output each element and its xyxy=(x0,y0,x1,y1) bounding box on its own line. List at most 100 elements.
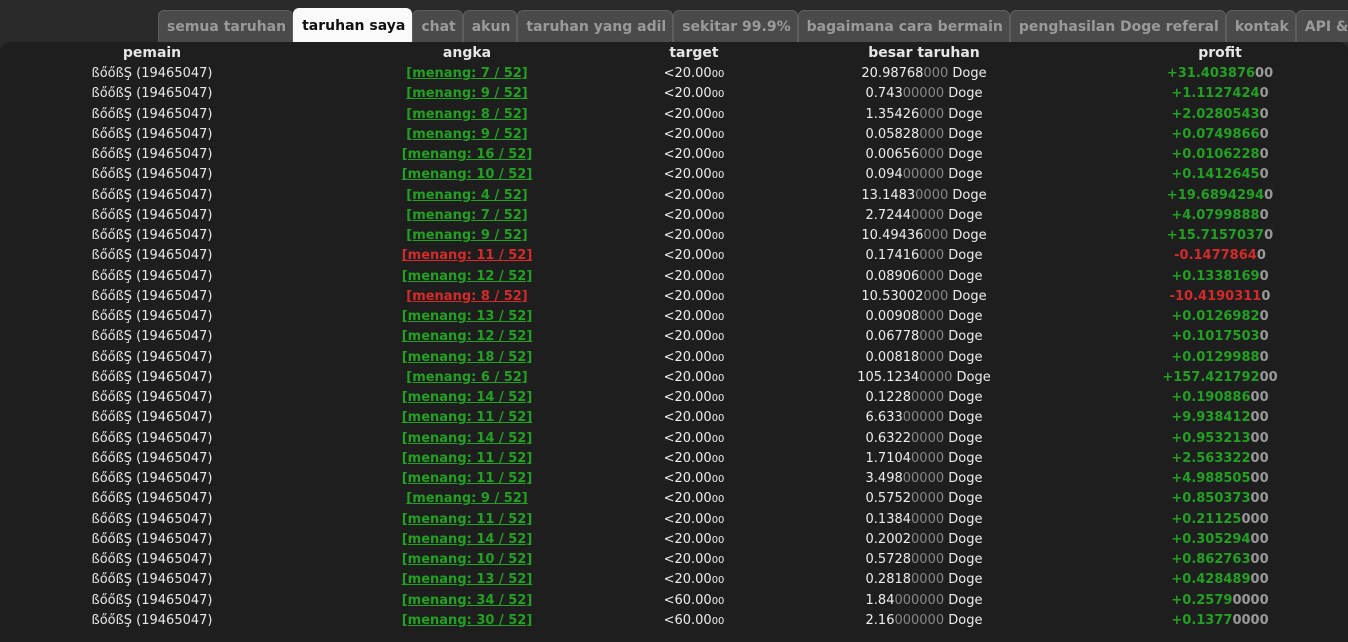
tab-semua-taruhan[interactable]: semua taruhan xyxy=(158,10,294,42)
profit-padding: 00 xyxy=(1250,430,1269,446)
bet-main: 0.743 xyxy=(865,86,903,102)
bet-result-link[interactable]: [menang: 13 / 52] xyxy=(402,307,533,327)
bet-padding: 0000 xyxy=(911,450,945,466)
bet-padding: 00000 xyxy=(902,471,945,486)
bet-result-link[interactable]: [menang: 9 / 52] xyxy=(406,489,528,509)
target-decimals: 00 xyxy=(711,69,725,80)
bet-result-link[interactable]: [menang: 10 / 52] xyxy=(402,550,533,570)
profit-main: +0.1017503 xyxy=(1171,329,1260,345)
target-value: <20.0000 xyxy=(664,84,725,105)
bet-main: 0.08906 xyxy=(865,268,920,284)
currency-label: Doge xyxy=(948,268,983,284)
bet-result-link[interactable]: [menang: 13 / 52] xyxy=(402,570,533,590)
profit-amount: +0.85037300 xyxy=(1171,489,1268,509)
bet-result-link[interactable]: [menang: 11 / 52] xyxy=(402,510,533,530)
player-name: ßőőßŞ (19465047) xyxy=(91,167,213,183)
tab-chat[interactable]: chat xyxy=(412,10,463,42)
profit-main: +9.938412 xyxy=(1171,410,1251,426)
bet-result-link[interactable]: [menang: 8 / 52] xyxy=(406,105,528,125)
target-decimals: 00 xyxy=(711,271,725,283)
profit-main: +0.1338169 xyxy=(1171,268,1260,284)
bet-amount: 2.72440000 Doge xyxy=(866,206,983,226)
bet-result-link[interactable]: [menang: 7 / 52] xyxy=(406,64,528,84)
profit-main: +0.0106228 xyxy=(1171,147,1260,162)
bet-result-link[interactable]: [menang: 9 / 52] xyxy=(406,125,528,145)
tab-penghasilan-doge-referal[interactable]: penghasilan Doge referal xyxy=(1009,10,1226,42)
bet-result-link[interactable]: [menang: 30 / 52] xyxy=(402,611,533,631)
currency-label: Doge xyxy=(948,106,983,122)
bet-amount: 0.00908000 Doge xyxy=(866,307,983,327)
bet-result-link[interactable]: [menang: 14 / 52] xyxy=(402,388,533,408)
tab-taruhan-saya[interactable]: taruhan saya xyxy=(293,8,413,42)
tab-api-bots[interactable]: API & bots xyxy=(1295,10,1348,42)
bet-amount: 6.63300000 Doge xyxy=(866,408,983,428)
bet-amount: 0.28180000 Doge xyxy=(866,570,983,590)
bet-result-link[interactable]: [menang: 11 / 52] xyxy=(402,408,533,428)
profit-padding: 00 xyxy=(1250,572,1269,588)
profit-main: +2.0280543 xyxy=(1171,106,1260,122)
profit-padding: 0 xyxy=(1264,187,1274,203)
profit-amount: +0.01299880 xyxy=(1171,348,1268,368)
bet-result-link[interactable]: [menang: 4 / 52] xyxy=(406,186,528,206)
target-decimals: 00 xyxy=(711,514,725,526)
profit-amount: +19.68942940 xyxy=(1167,186,1273,206)
bet-amount: 1.84000000 Doge xyxy=(866,591,983,611)
bet-result-link[interactable]: [menang: 14 / 52] xyxy=(402,429,533,449)
bet-result-link[interactable]: [menang: 9 / 52] xyxy=(406,84,528,104)
bet-amount: 0.13840000 Doge xyxy=(866,510,983,530)
target-main: <20.00 xyxy=(663,126,712,142)
target-value: <20.0000 xyxy=(664,510,725,531)
bet-amount: 0.17416000 Doge xyxy=(866,246,983,266)
profit-main: +15.7157037 xyxy=(1166,228,1265,243)
profit-amount: +4.98850500 xyxy=(1171,469,1268,489)
bet-main: 0.6322 xyxy=(865,430,912,446)
bet-result-link[interactable]: [menang: 12 / 52] xyxy=(402,327,533,347)
profit-main: +2.563322 xyxy=(1171,450,1251,466)
bet-result-link[interactable]: [menang: 10 / 52] xyxy=(402,165,533,185)
target-main: <20.00 xyxy=(663,349,712,365)
target-decimals: 00 xyxy=(711,595,725,607)
bet-amount: 20.98768000 Doge xyxy=(861,64,986,84)
target-decimals: 00 xyxy=(711,291,725,303)
tab-taruhan-yang-adil[interactable]: taruhan yang adil xyxy=(517,10,674,42)
tab-bagaimana-cara-bermain[interactable]: bagaimana cara bermain xyxy=(797,10,1010,42)
target-value: <60.0000 xyxy=(664,611,725,632)
bet-amount: 0.06778000 Doge xyxy=(866,327,983,347)
bet-result-link[interactable]: [menang: 14 / 52] xyxy=(402,530,533,550)
profit-main: +1.1127424 xyxy=(1171,86,1260,102)
bet-main: 6.633 xyxy=(865,410,903,426)
target-value: <20.0000 xyxy=(664,226,725,247)
currency-label: Doge xyxy=(956,369,991,385)
target-decimals: 00 xyxy=(711,312,725,323)
tab-akun[interactable]: akun xyxy=(462,10,518,42)
bet-result-link[interactable]: [menang: 11 / 52] xyxy=(402,469,533,489)
player-name: ßőőßŞ (19465047) xyxy=(91,410,213,426)
bet-result-link[interactable]: [menang: 18 / 52] xyxy=(402,348,533,368)
bet-result-link[interactable]: [menang: 12 / 52] xyxy=(402,267,533,287)
bet-amount: 0.05828000 Doge xyxy=(866,125,983,145)
bet-result-link[interactable]: [menang: 11 / 52] xyxy=(402,246,533,266)
bet-result-link[interactable]: [menang: 7 / 52] xyxy=(406,206,528,226)
currency-label: Doge xyxy=(948,147,983,162)
player-name: ßőőßŞ (19465047) xyxy=(91,147,213,162)
target-decimals: 00 xyxy=(711,474,725,485)
bet-padding: 000000 xyxy=(894,592,945,608)
profit-main: +0.850373 xyxy=(1171,491,1251,507)
bet-result-link[interactable]: [menang: 6 / 52] xyxy=(406,368,528,388)
bets-table-panel: pemain angka target besar taruhan profit… xyxy=(0,42,1348,642)
tab-kontak[interactable]: kontak xyxy=(1225,10,1296,42)
bet-result-link[interactable]: [menang: 34 / 52] xyxy=(402,591,533,611)
target-decimals: 00 xyxy=(711,575,725,587)
tab-sekitar-99-9[interactable]: sekitar 99.9% xyxy=(673,10,798,42)
bet-result-link[interactable]: [menang: 8 / 52] xyxy=(406,287,528,307)
bet-main: 10.53002 xyxy=(861,288,924,304)
bet-result-link[interactable]: [menang: 11 / 52] xyxy=(402,449,533,469)
currency-label: Doge xyxy=(948,349,983,365)
currency-label: Doge xyxy=(952,187,987,203)
bet-result-link[interactable]: [menang: 9 / 52] xyxy=(406,226,528,246)
bet-result-link[interactable]: [menang: 16 / 52] xyxy=(402,145,533,165)
target-decimals: 00 xyxy=(711,210,725,222)
target-value: <20.0000 xyxy=(664,530,725,551)
table-row: ßőőßŞ (19465047) [menang: 10 / 52] <20.000… xyxy=(0,550,1348,570)
bet-main: 0.1228 xyxy=(865,390,912,405)
